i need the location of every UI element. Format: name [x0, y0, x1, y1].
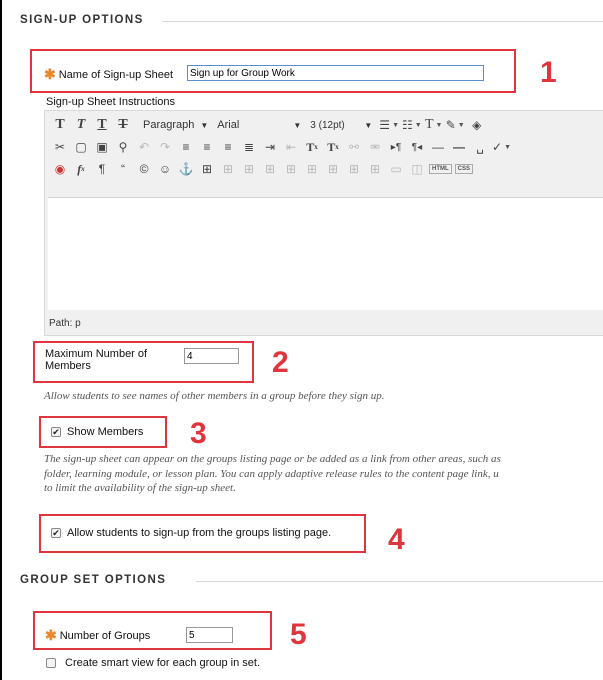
strikethrough-icon[interactable]: T [114, 116, 132, 134]
redo-icon[interactable]: ↷ [156, 138, 174, 156]
insert-col-after-icon[interactable]: ⊞ [345, 160, 363, 178]
section-divider [162, 21, 603, 22]
delete-col-icon[interactable]: ⊞ [366, 160, 384, 178]
callout-number-5: 5 [290, 618, 307, 651]
rtl-icon[interactable]: ¶◂ [408, 138, 426, 156]
smart-view-checkbox[interactable] [46, 658, 56, 668]
editor-path: Path: p [49, 318, 81, 329]
callout-number-1: 1 [540, 56, 557, 89]
spellcheck-icon[interactable]: ✓ ▼ [492, 138, 511, 156]
allow-signup-label: Allow students to sign-up from the group… [67, 527, 332, 539]
number-of-groups-row: ✱ Number of Groups [45, 627, 150, 644]
align-center-icon[interactable]: ≡ [198, 138, 216, 156]
section-heading-group-set-options: GROUP SET OPTIONS [20, 574, 167, 586]
allow-signup-checkbox[interactable]: ✔ [51, 528, 61, 538]
underline-icon[interactable]: T [93, 116, 111, 134]
align-left-icon[interactable]: ≡ [177, 138, 195, 156]
indent-icon[interactable]: ⇥ [261, 138, 279, 156]
html-source-icon[interactable]: HTML [429, 160, 452, 178]
max-members-label: Maximum Number of Members [45, 348, 148, 372]
name-field-row: ✱ Name of Sign-up Sheet [44, 66, 173, 83]
size-select[interactable]: 3 (12pt) ▼ [310, 116, 376, 134]
table-cell-props-icon[interactable]: ⊞ [240, 160, 258, 178]
signup-sheet-name-input[interactable] [187, 65, 484, 81]
required-icon: ✱ [44, 66, 56, 82]
number-of-groups-label: Number of Groups [59, 629, 151, 642]
css-icon[interactable]: CSS [454, 160, 474, 178]
find-icon[interactable]: ⚲ [114, 138, 132, 156]
emoticon-icon[interactable]: ☺ [156, 160, 174, 178]
required-icon: ✱ [45, 627, 57, 643]
paragraph-mark-icon[interactable]: ¶ [93, 160, 111, 178]
font-select[interactable]: Arial ▼ [217, 116, 305, 134]
math-formula-icon[interactable]: fx [72, 160, 90, 178]
blockquote-icon[interactable]: “ [114, 160, 132, 178]
insert-row-before-icon[interactable]: ⊞ [261, 160, 279, 178]
editor-toolbar-row-1: T T T T Paragraph ▼ Arial ▼ 3 (12pt) ▼ ☰ ▼ ☷… [51, 115, 489, 135]
outdent-icon[interactable]: ⇤ [282, 138, 300, 156]
delete-row-icon[interactable]: ⊞ [303, 160, 321, 178]
show-members-help-line-1: The sign-up sheet can appear on the grou… [44, 453, 501, 465]
insert-table-icon[interactable]: ⊞ [198, 160, 216, 178]
paste-icon[interactable]: ▣ [93, 138, 111, 156]
unlink-icon[interactable]: ⚮ [366, 138, 384, 156]
show-members-help-line-3: to limit the availability of the sign-up… [44, 482, 236, 494]
instructions-label: Sign-up Sheet Instructions [46, 96, 176, 108]
record-icon[interactable]: ◉ [51, 160, 69, 178]
align-right-icon[interactable]: ≡ [219, 138, 237, 156]
ltr-icon[interactable]: ▸¶ [387, 138, 405, 156]
link-icon[interactable]: ⚯ [345, 138, 363, 156]
separator-line-icon[interactable]: — [450, 138, 468, 156]
copyright-icon[interactable]: © [135, 160, 153, 178]
name-field-label: Name of Sign-up Sheet [58, 68, 174, 81]
table-row-props-icon[interactable]: ⊞ [219, 160, 237, 178]
max-members-help: Allow students to see names of other mem… [44, 390, 385, 402]
highlight-pen-icon[interactable]: ✎ ▼ [446, 116, 465, 134]
smart-view-row: Create smart view for each group in set. [46, 657, 260, 669]
callout-number-4: 4 [388, 523, 405, 556]
copy-icon[interactable]: ▢ [72, 138, 90, 156]
callout-number-2: 2 [272, 346, 289, 379]
show-members-help-line-2: folder, learning module, or lesson plan.… [44, 467, 499, 480]
allow-signup-row: ✔ Allow students to sign-up from the gro… [51, 527, 331, 539]
section-heading-signup-options: SIGN-UP OPTIONS [20, 14, 144, 26]
horizontal-rule-icon[interactable]: — [429, 138, 447, 156]
align-justify-icon[interactable]: ≣ [240, 138, 258, 156]
show-members-row: ✔ Show Members [51, 426, 143, 438]
cut-icon[interactable]: ✂ [51, 138, 69, 156]
callout-number-3: 3 [190, 417, 207, 450]
anchor-icon[interactable]: ⚓ [177, 160, 195, 178]
editor-content-area[interactable] [48, 197, 603, 310]
insert-row-after-icon[interactable]: ⊞ [282, 160, 300, 178]
rich-text-editor: T T T T Paragraph ▼ Arial ▼ 3 (12pt) ▼ ☰ ▼ ☷… [44, 110, 603, 336]
format-select[interactable]: Paragraph ▼ [143, 116, 212, 134]
merge-cells-icon[interactable]: ◫ [408, 160, 426, 178]
smart-view-label: Create smart view for each group in set. [65, 657, 261, 669]
undo-icon[interactable]: ↶ [135, 138, 153, 156]
text-color-icon[interactable]: T ▼ [425, 116, 443, 134]
eraser-icon[interactable]: ◈ [468, 116, 486, 134]
subscript-icon[interactable]: Tx [324, 138, 342, 156]
superscript-icon[interactable]: Tx [303, 138, 321, 156]
italic-icon[interactable]: T [72, 116, 90, 134]
show-members-checkbox[interactable]: ✔ [51, 427, 61, 437]
show-members-label: Show Members [67, 426, 144, 438]
editor-toolbar-row-3: ◉ fx ¶ “ © ☺ ⚓ ⊞ ⊞ ⊞ ⊞ ⊞ ⊞ ⊞ ⊞ ⊞ ▭ ◫ HTM… [51, 159, 476, 179]
nonbreaking-space-icon[interactable]: ␣ [471, 138, 489, 156]
bullet-list-icon[interactable]: ☰ ▼ [379, 116, 399, 134]
split-cells-icon[interactable]: ▭ [387, 160, 405, 178]
max-members-input[interactable] [184, 348, 239, 364]
editor-toolbar-row-2: ✂ ▢ ▣ ⚲ ↶ ↷ ≡ ≡ ≡ ≣ ⇥ ⇤ Tx Tx ⚯ ⚮ ▸¶ ¶◂ … [51, 137, 514, 157]
numbered-list-icon[interactable]: ☷ ▼ [402, 116, 422, 134]
insert-col-before-icon[interactable]: ⊞ [324, 160, 342, 178]
number-of-groups-input[interactable] [186, 627, 233, 643]
section-divider [196, 581, 603, 582]
bold-icon[interactable]: T [51, 116, 69, 134]
